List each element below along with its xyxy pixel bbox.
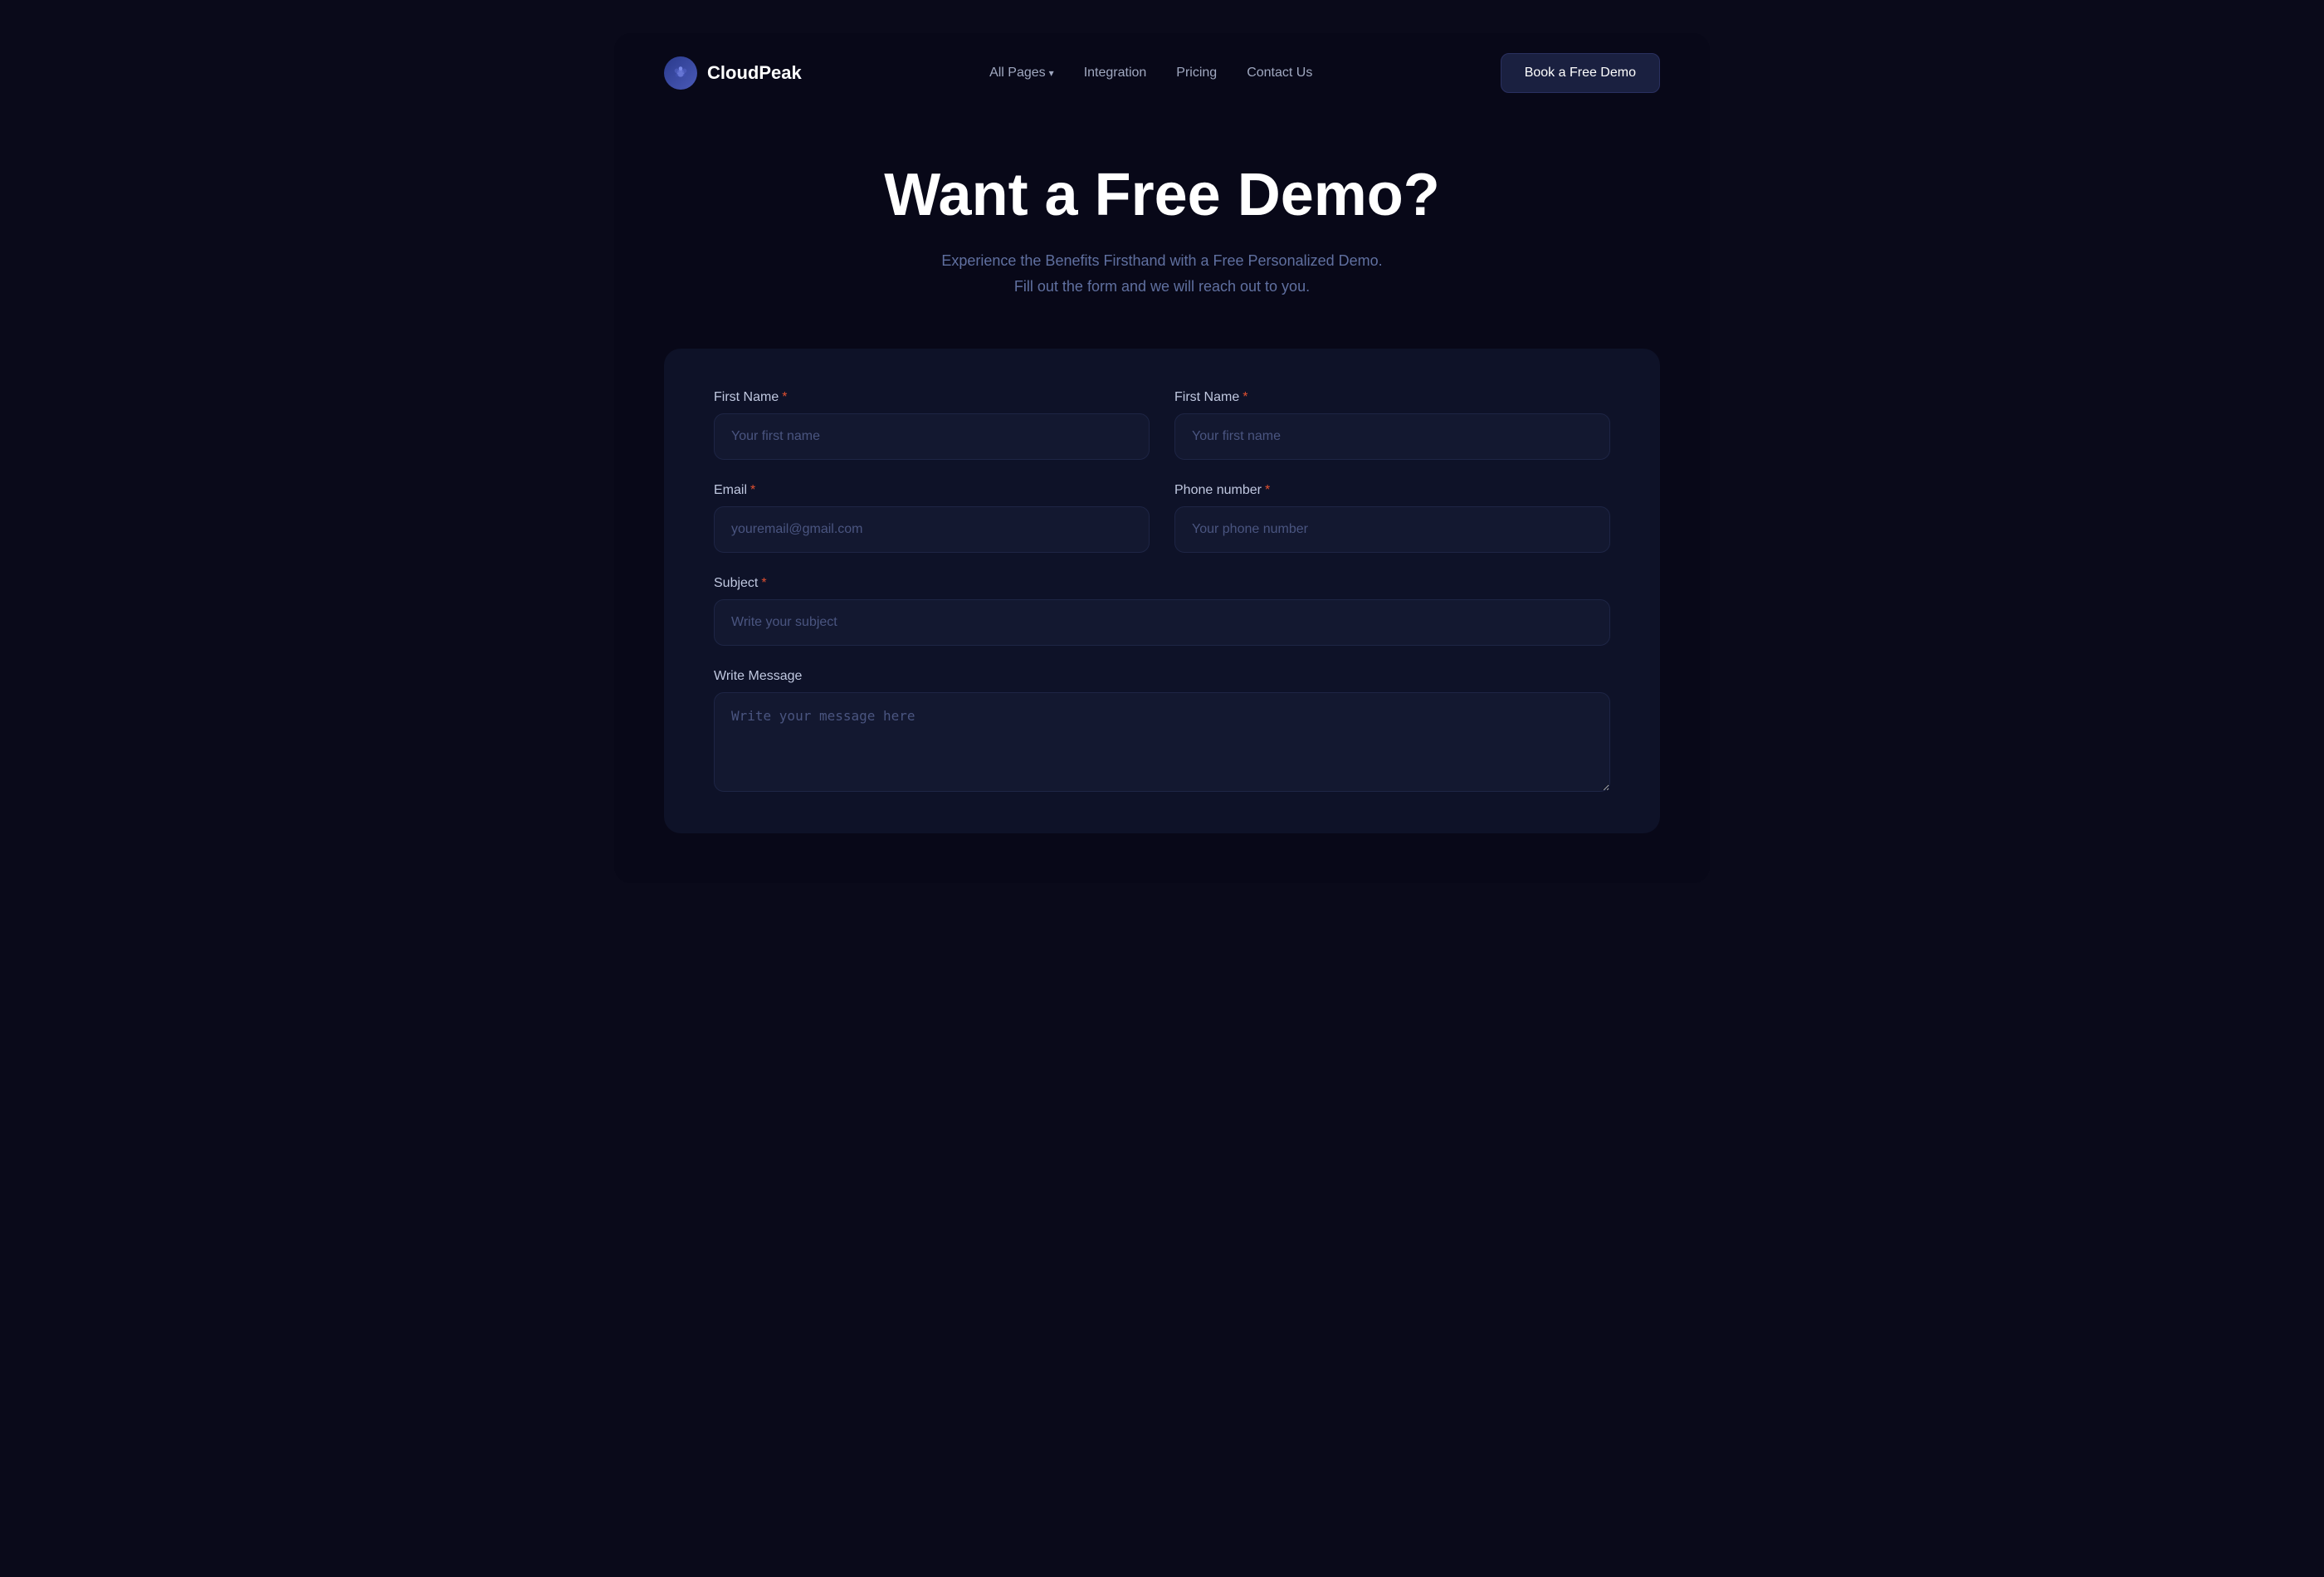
form-group-email: Email * [714,483,1150,553]
book-demo-button[interactable]: Book a Free Demo [1501,53,1660,93]
label-first-name-left: First Name * [714,390,1150,405]
form-card: First Name * First Name * E [664,349,1660,833]
nav-contact-us[interactable]: Contact Us [1247,66,1312,81]
form-row-message: Write Message [714,669,1610,792]
logo-text: CloudPeak [707,62,802,84]
form-row-names: First Name * First Name * [714,390,1610,460]
phone-input[interactable] [1174,506,1610,553]
label-subject: Subject * [714,576,1610,591]
contact-form: First Name * First Name * E [714,390,1610,792]
nav-pricing[interactable]: Pricing [1176,66,1217,81]
form-group-first-name-left: First Name * [714,390,1150,460]
label-phone: Phone number * [1174,483,1610,498]
nav-integration[interactable]: Integration [1084,66,1147,81]
first-name-left-input[interactable] [714,413,1150,460]
form-row-subject: Subject * [714,576,1610,646]
label-message: Write Message [714,669,1610,684]
required-star-first-name-left: * [782,390,787,405]
hero-subtitle: Experience the Benefits Firsthand with a… [664,248,1660,299]
nav-links: All Pages ▾ Integration Pricing Contact … [989,66,1312,81]
required-star-phone: * [1265,483,1270,498]
subject-input[interactable] [714,599,1610,646]
hero-title: Want a Free Demo? [664,163,1660,228]
form-row-email-phone: Email * Phone number * [714,483,1610,553]
nav-all-pages[interactable]: All Pages ▾ [989,66,1054,81]
label-first-name-right: First Name * [1174,390,1610,405]
navbar: CloudPeak All Pages ▾ Integration Pricin… [614,33,1710,113]
required-star-subject: * [761,576,766,591]
logo-icon [664,56,697,90]
form-group-message: Write Message [714,669,1610,792]
chevron-down-icon: ▾ [1049,67,1054,79]
required-star-first-name-right: * [1243,390,1247,405]
label-email: Email * [714,483,1150,498]
email-input[interactable] [714,506,1150,553]
message-textarea[interactable] [714,692,1610,792]
form-group-first-name-right: First Name * [1174,390,1610,460]
page-wrapper: CloudPeak All Pages ▾ Integration Pricin… [614,33,1710,883]
form-group-phone: Phone number * [1174,483,1610,553]
first-name-right-input[interactable] [1174,413,1610,460]
hero-section: Want a Free Demo? Experience the Benefit… [614,113,1710,332]
required-star-email: * [750,483,755,498]
logo-area: CloudPeak [664,56,802,90]
form-group-subject: Subject * [714,576,1610,646]
